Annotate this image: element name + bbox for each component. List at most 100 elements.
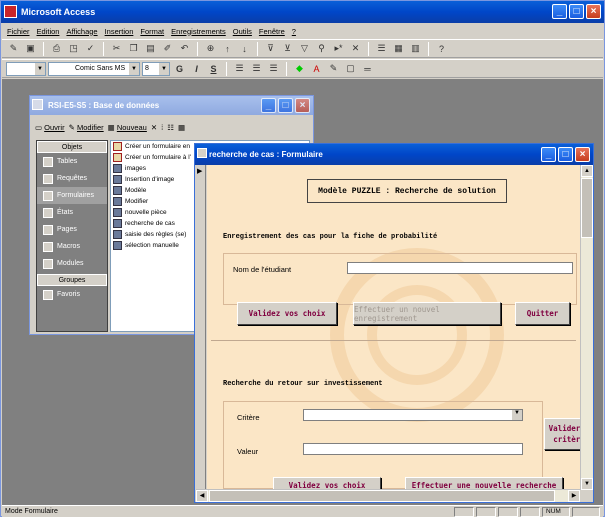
sidebar-item-5[interactable]: Macros (37, 238, 107, 255)
font-size-combo[interactable]: 8 ▼ (142, 61, 170, 76)
paste-icon[interactable]: ▤ (143, 42, 158, 56)
scroll-thumb-horizontal[interactable] (209, 490, 555, 502)
filter-selection-icon[interactable]: ⊽ (263, 42, 278, 56)
wizard-icon (113, 153, 122, 162)
record-selector[interactable]: ▶ (196, 165, 206, 490)
object-combo[interactable]: ▼ (6, 61, 46, 76)
menu-item-3[interactable]: Insertion (105, 27, 134, 36)
vertical-scrollbar[interactable]: ▲ ▼ (580, 165, 593, 490)
validate-choices-button-2[interactable]: Validez vos choix (273, 477, 381, 489)
align-right-icon[interactable]: ☰ (266, 62, 281, 76)
sidebar-item-3[interactable]: États (37, 204, 107, 221)
sidebar-item-4[interactable]: Pages (37, 221, 107, 238)
sidebar-item-6[interactable]: Modules (37, 255, 107, 272)
fill-color-icon[interactable]: ◆ (292, 62, 307, 76)
groups-header[interactable]: Groupes (37, 274, 107, 286)
undo-icon[interactable]: ↶ (177, 42, 192, 56)
db-maximize-button[interactable]: □ (278, 98, 293, 113)
scroll-up-icon[interactable]: ▲ (581, 165, 593, 177)
sidebar-item-1[interactable]: Requêtes (37, 170, 107, 187)
student-name-input[interactable] (347, 262, 573, 274)
filter-form-icon[interactable]: ⊻ (280, 42, 295, 56)
sort-asc-icon[interactable]: ↑ (220, 42, 235, 56)
view-icon[interactable]: ✎ (6, 42, 21, 56)
open-button[interactable]: ▭ Ouvrir (35, 123, 65, 132)
copy-icon[interactable]: ❐ (126, 42, 141, 56)
font-color-icon[interactable]: A (309, 62, 324, 76)
italic-button[interactable]: I (189, 62, 204, 76)
chevron-down-icon[interactable]: ▼ (512, 410, 522, 420)
sort-desc-icon[interactable]: ↓ (237, 42, 252, 56)
new-record-icon[interactable]: ▸* (331, 42, 346, 56)
database-window-icon[interactable]: ▦ (391, 42, 406, 56)
spelling-icon[interactable]: ✓ (83, 42, 98, 56)
scroll-down-icon[interactable]: ▼ (581, 478, 593, 490)
menu-item-6[interactable]: Outils (233, 27, 252, 36)
small-icons-icon[interactable]: ⁞ (161, 123, 163, 132)
student-label: Nom de l'étudiant (233, 265, 292, 274)
form-icon (113, 197, 122, 206)
new-object-icon[interactable]: ▥ (408, 42, 423, 56)
hyperlink-icon[interactable]: ⊕ (203, 42, 218, 56)
modify-button[interactable]: ✎ Modifier (69, 123, 104, 132)
find-icon[interactable]: ⚲ (314, 42, 329, 56)
form-minimize-button[interactable]: _ (541, 147, 556, 162)
object-type-icon (43, 224, 53, 235)
line-color-icon[interactable]: ✎ (326, 62, 341, 76)
border-icon[interactable]: ▢ (343, 62, 358, 76)
scroll-right-icon[interactable]: ▶ (568, 490, 580, 502)
menu-item-8[interactable]: ? (292, 27, 296, 36)
print-icon[interactable]: ⎙ (49, 42, 64, 56)
close-button[interactable]: × (586, 4, 601, 19)
print-preview-icon[interactable]: ◳ (66, 42, 81, 56)
num-lock-indicator: NUM (542, 507, 570, 517)
help-icon[interactable]: ? (434, 42, 449, 56)
scroll-left-icon[interactable]: ◀ (196, 490, 208, 502)
align-left-icon[interactable]: ☰ (232, 62, 247, 76)
format-painter-icon[interactable]: ✐ (160, 42, 175, 56)
underline-button[interactable]: S (206, 62, 221, 76)
menu-item-0[interactable]: Fichier (7, 27, 30, 36)
db-close-button[interactable]: × (295, 98, 310, 113)
delete-icon[interactable]: ✕ (151, 123, 157, 132)
db-minimize-button[interactable]: _ (261, 98, 276, 113)
maximize-button[interactable]: □ (569, 4, 584, 19)
scroll-thumb-vertical[interactable] (581, 178, 593, 238)
list-icon[interactable]: ☷ (167, 123, 174, 132)
align-center-icon[interactable]: ☰ (249, 62, 264, 76)
bold-button[interactable]: G (172, 62, 187, 76)
form-close-button[interactable]: × (575, 147, 590, 162)
new-search-button[interactable]: Effectuer une nouvelle recherche (405, 477, 563, 489)
menu-item-4[interactable]: Format (140, 27, 164, 36)
font-name-combo[interactable]: Comic Sans MS ▼ (48, 61, 140, 76)
save-icon[interactable]: ▣ (23, 42, 38, 56)
new-button[interactable]: ▦ Nouveau (108, 123, 147, 132)
menu-item-1[interactable]: Edition (37, 27, 60, 36)
access-window: Microsoft Access _ □ × Fichier Edition Aff… (0, 0, 605, 517)
menu-item-2[interactable]: Affichage (66, 27, 97, 36)
validate-choices-button[interactable]: Validez vos choix (237, 302, 337, 325)
properties-icon[interactable]: ☰ (374, 42, 389, 56)
horizontal-scrollbar[interactable]: ◀ ▶ (196, 489, 580, 502)
minimize-button[interactable]: _ (552, 4, 567, 19)
group-item-0[interactable]: Favoris (37, 286, 107, 303)
app-titlebar: Microsoft Access _ □ × (1, 1, 604, 23)
validate-criteria-button[interactable]: Valider c critère (544, 418, 580, 450)
sidebar-item-2[interactable]: Formulaires (37, 187, 107, 204)
apply-filter-icon[interactable]: ▽ (297, 42, 312, 56)
form-restore-button[interactable]: □ (558, 147, 573, 162)
new-record-button[interactable]: Effectuer un nouvel enregistrement (353, 302, 501, 325)
objects-header[interactable]: Objets (37, 141, 107, 153)
details-icon[interactable]: ▦ (178, 123, 185, 132)
delete-record-icon[interactable]: ✕ (348, 42, 363, 56)
cut-icon[interactable]: ✂ (109, 42, 124, 56)
menu-item-7[interactable]: Fenêtre (259, 27, 285, 36)
form-icon (113, 230, 122, 239)
criteria-combo[interactable]: ▼ (303, 409, 523, 421)
menu-item-5[interactable]: Enregistrements (171, 27, 226, 36)
list-item-label: Modifier (125, 198, 149, 205)
sidebar-item-0[interactable]: Tables (37, 153, 107, 170)
quit-button[interactable]: Quitter (515, 302, 570, 325)
value-input[interactable] (303, 443, 523, 455)
line-width-icon[interactable]: ═ (360, 62, 375, 76)
